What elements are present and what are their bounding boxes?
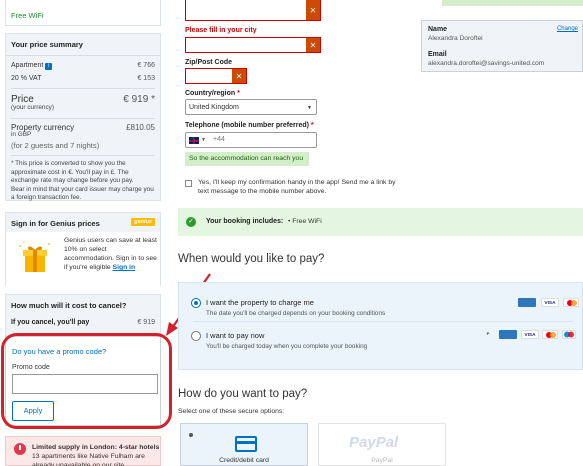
when-pay-heading: When would you like to pay? (178, 253, 325, 265)
property-currency-sub: in GBP (11, 130, 32, 138)
visa-icon: VISA (521, 330, 539, 339)
paypal-logo-icon: PayPal (349, 434, 399, 451)
guests-nights: (for 2 guests and 7 nights) (11, 141, 100, 150)
email-label: Email (428, 51, 447, 58)
amex-icon (518, 298, 536, 307)
uk-flag-icon[interactable] (189, 137, 199, 144)
booking-includes-bar: ✓ Your booking includes: • Free WiFi (178, 208, 583, 236)
country-value: United Kingdom (189, 104, 239, 111)
name-label: Name (428, 26, 448, 33)
guest-details-card: Change Name Alexandra Doroftei Email ale… (421, 20, 583, 72)
cancel-title: How much will it cost to cancel? (11, 301, 127, 310)
genius-card: Sign in for Genius prices genius Genius … (5, 212, 161, 286)
price-asterisk: * (151, 94, 155, 105)
sidebar: Free WiFi Your price summary Apartment i… (0, 0, 172, 466)
paypal-small-icon: P (486, 331, 490, 336)
property-currency-value: £810.05 (126, 122, 155, 132)
divider (11, 155, 155, 156)
limited-text: 13 apartments like Native Fulham are alr… (32, 453, 145, 466)
phone-input[interactable]: ▼ +44 (185, 132, 317, 148)
annotation-highlight (1, 333, 172, 429)
limited-supply-box: Limited supply in London: 4-star hotels … (5, 436, 161, 466)
price-value: € 919 (123, 94, 149, 105)
divider (11, 117, 155, 119)
zip-input[interactable]: ✕ (185, 68, 247, 84)
genius-sign-in-link[interactable]: Sign in (113, 264, 136, 271)
price-sub: (your currency) (11, 104, 54, 111)
selected-dot (189, 433, 193, 437)
vat-row: 20 % VAT € 153 (6, 75, 160, 82)
apartment-row: Apartment i € 766 (6, 62, 160, 70)
charge-later-radio[interactable] (191, 298, 201, 308)
how-pay-sub: Select one of these secure options: (178, 408, 285, 415)
info-icon[interactable]: i (45, 63, 53, 70)
alarm-clock-icon (14, 443, 26, 455)
charge-later-sub: The date you'll be charged depends on yo… (206, 310, 386, 317)
divider (11, 88, 155, 89)
error-icon: ✕ (232, 69, 246, 83)
cancel-value: € 919 (137, 319, 155, 326)
apartment-label: Apartment (11, 62, 44, 69)
vat-label: 20 % VAT (11, 75, 42, 82)
genius-badge: genius (131, 218, 155, 226)
paypal-tile[interactable]: PayPal PayPal (318, 423, 446, 466)
vat-value: € 153 (137, 75, 155, 82)
phone-label: Telephone (mobile number preferred) (185, 122, 309, 129)
address-input[interactable]: ✕ (185, 0, 321, 21)
gift-icon (16, 240, 54, 274)
error-icon: ✕ (306, 38, 320, 52)
includes-item: • Free WiFi (288, 218, 322, 225)
chevron-down-icon: ▼ (201, 137, 206, 143)
city-input[interactable]: ✕ (185, 37, 321, 53)
main-content: ✕ Please fill in your city ✕ Zip/Post Co… (176, 0, 583, 466)
credit-card-label: Credit/debit card (219, 457, 269, 464)
paypal-label: PayPal (371, 457, 393, 464)
currency-note: * This price is converted to show you th… (11, 160, 134, 184)
divider (193, 321, 573, 322)
top-success-strip (442, 0, 583, 6)
chevron-down-icon: ▼ (307, 105, 312, 111)
country-select[interactable]: United Kingdom ▼ (185, 99, 317, 115)
pay-now-title[interactable]: I want to pay now (206, 331, 264, 340)
cancel-card: How much will it cost to cancel? If you … (5, 294, 161, 336)
amex-icon (499, 330, 517, 339)
cancel-row: If you cancel, you'll pay € 919 (6, 319, 160, 326)
apartment-value: € 766 (137, 62, 155, 69)
zip-label: Zip/Post Code (185, 59, 233, 66)
sms-confirmation-text: Yes, I'll keep my confirmation handy in … (198, 179, 396, 195)
includes-label: Your booking includes: (206, 218, 284, 225)
sms-confirmation-checkbox[interactable] (185, 180, 192, 187)
check-icon: ✓ (186, 217, 196, 227)
charge-later-title[interactable]: I want the property to charge me (206, 298, 314, 307)
change-link[interactable]: Change (557, 26, 578, 32)
maestro-icon (562, 330, 576, 339)
credit-card-tile[interactable]: Credit/debit card (180, 423, 308, 466)
email-value: alexandra.doroftei@savings-united.com (428, 60, 545, 67)
free-wifi-text: Free WiFi (11, 11, 44, 20)
mastercard-icon (542, 330, 558, 339)
city-error-text: Please fill in your city (185, 27, 257, 34)
visa-icon: VISA (541, 298, 559, 307)
pay-now-sub: You'll be charged today when you complet… (206, 343, 368, 350)
how-pay-heading: How do you want to pay? (178, 388, 308, 400)
free-wifi-box: Free WiFi (5, 0, 161, 26)
price-summary-title: Your price summary (6, 34, 160, 56)
fee-note: Bear in mind that your card issuer may c… (11, 185, 154, 202)
country-label: Country/region (185, 90, 236, 97)
error-icon: ✕ (306, 0, 320, 20)
name-value: Alexandra Doroftei (428, 35, 483, 42)
payment-timing-options: I want the property to charge me The dat… (178, 282, 583, 370)
genius-text: Genius users can save at least 10% on se… (64, 237, 157, 271)
phone-value: +44 (213, 136, 225, 143)
pay-now-radio[interactable] (191, 331, 201, 341)
cancel-label: If you cancel, you'll pay (11, 319, 90, 326)
credit-card-icon (235, 436, 257, 452)
limited-title: Limited supply in London: 4-star hotels (32, 444, 160, 451)
mastercard-icon (563, 298, 579, 307)
price-summary-card: Your price summary Apartment i € 766 20 … (5, 33, 161, 201)
phone-success-message: So the accommodation can reach you (185, 152, 309, 166)
